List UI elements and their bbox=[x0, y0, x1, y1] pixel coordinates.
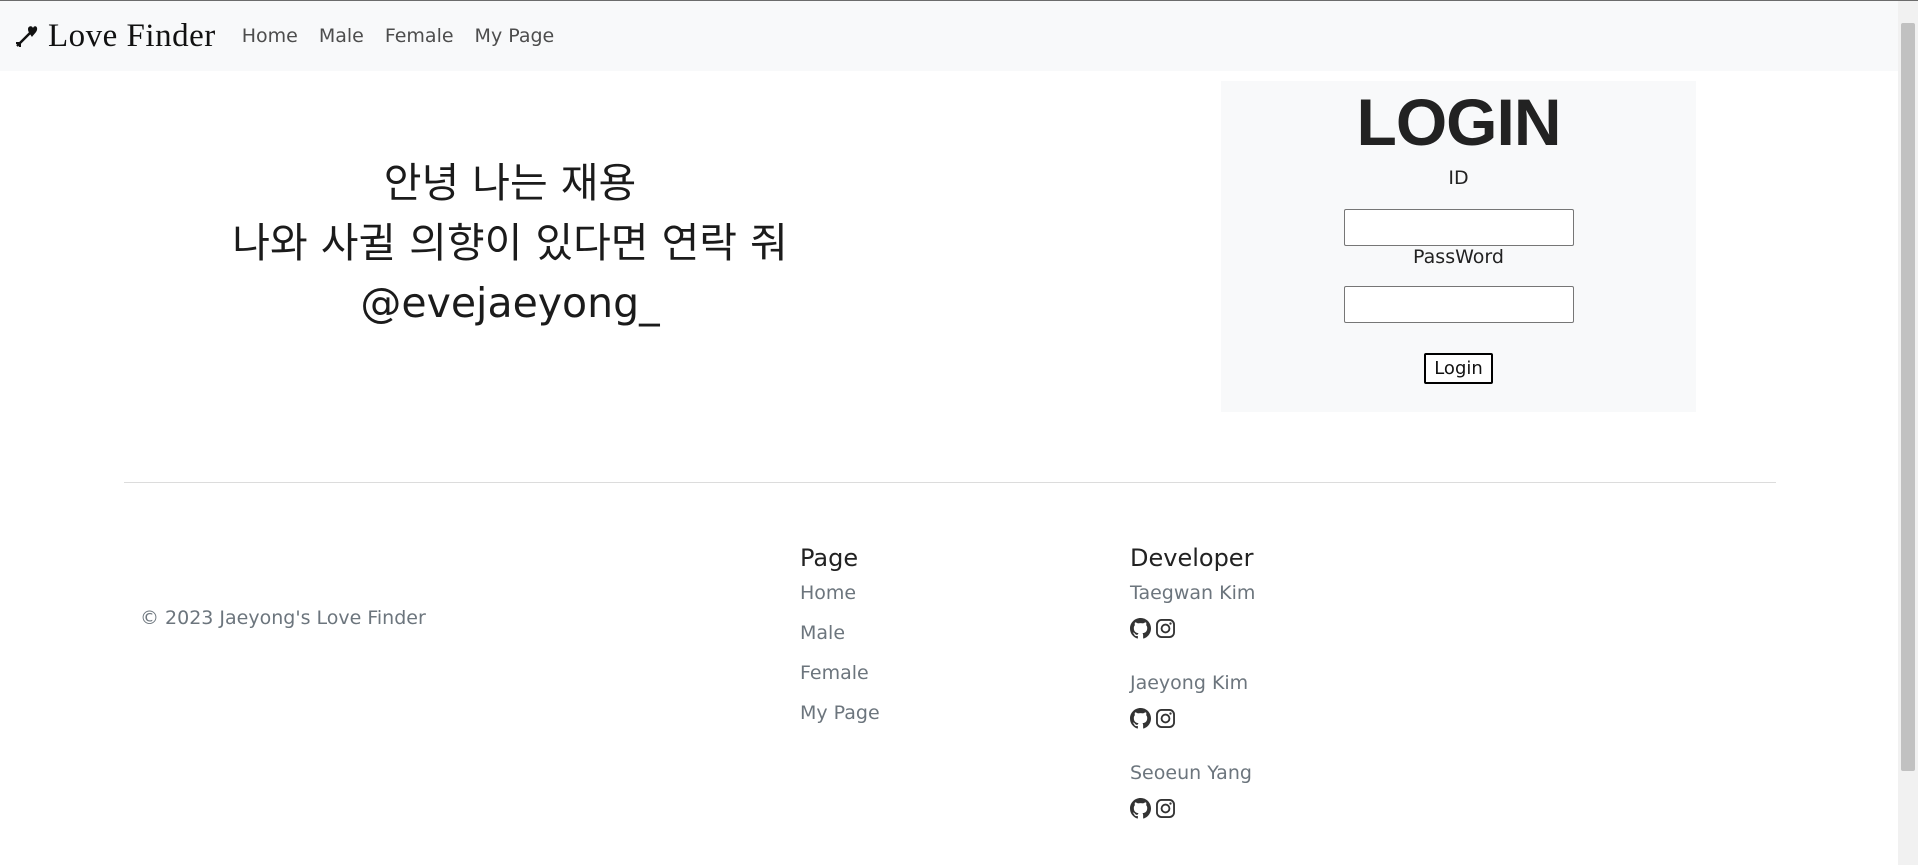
github-icon[interactable] bbox=[1130, 708, 1151, 729]
scrollbar-track[interactable] bbox=[1898, 1, 1918, 865]
github-icon[interactable] bbox=[1130, 618, 1151, 639]
developer-name: Jaeyong Kim bbox=[1130, 672, 1249, 694]
navbar: Love Finder Home Male Female My Page bbox=[0, 1, 1898, 71]
id-label: ID bbox=[1448, 167, 1469, 189]
copyright-text: © 2023 Jaeyong's Love Finder bbox=[140, 607, 426, 629]
nav-links: Home Male Female My Page bbox=[242, 25, 576, 47]
footer-divider bbox=[124, 482, 1776, 483]
instagram-icon[interactable] bbox=[1155, 708, 1176, 729]
hero-greeting: 안녕 나는 재용 bbox=[383, 159, 637, 207]
password-input[interactable] bbox=[1343, 286, 1574, 323]
github-icon[interactable] bbox=[1130, 798, 1151, 819]
instagram-icon[interactable] bbox=[1155, 798, 1176, 819]
footer-home-link[interactable]: Home bbox=[800, 582, 880, 622]
developer-social-links bbox=[1130, 618, 1255, 672]
footer-developer-column: Developer Taegwan Kim Jaeyong Kim Seoeun… bbox=[1130, 544, 1255, 852]
scrollbar-thumb[interactable] bbox=[1901, 23, 1915, 771]
footer-page-column: Page Home Male Female My Page bbox=[800, 544, 880, 742]
nav-home-link[interactable]: Home bbox=[242, 25, 298, 47]
hero-message: 안녕 나는 재용 나와 사귈 의향이 있다면 연락 줘 @evejaeyong_ bbox=[150, 153, 870, 333]
developer-heading: Developer bbox=[1130, 544, 1254, 572]
instagram-icon[interactable] bbox=[1155, 618, 1176, 639]
developer-name: Taegwan Kim bbox=[1130, 582, 1256, 604]
brand-logo[interactable]: Love Finder bbox=[14, 18, 216, 55]
login-button[interactable]: Login bbox=[1424, 353, 1493, 384]
nav-male-link[interactable]: Male bbox=[319, 25, 364, 47]
developer-social-links bbox=[1130, 708, 1255, 762]
hero-invitation: 나와 사귈 의향이 있다면 연락 줘 bbox=[232, 219, 788, 267]
brand-name: Love Finder bbox=[48, 17, 216, 54]
developer-social-links bbox=[1130, 798, 1255, 852]
developer-entry: Taegwan Kim bbox=[1130, 582, 1255, 672]
login-panel: LOGIN ID PassWord Login bbox=[1221, 81, 1696, 412]
developer-entry: Seoeun Yang bbox=[1130, 762, 1255, 852]
password-label: PassWord bbox=[1413, 246, 1504, 268]
nav-mypage-link[interactable]: My Page bbox=[475, 25, 555, 47]
developer-entry: Jaeyong Kim bbox=[1130, 672, 1255, 762]
login-title: LOGIN bbox=[1356, 85, 1562, 159]
footer-female-link[interactable]: Female bbox=[800, 662, 880, 702]
footer-male-link[interactable]: Male bbox=[800, 622, 880, 662]
nav-female-link[interactable]: Female bbox=[385, 25, 454, 47]
developer-name: Seoeun Yang bbox=[1130, 762, 1252, 784]
page-heading: Page bbox=[800, 544, 859, 572]
hero-handle: @evejaeyong_ bbox=[360, 279, 660, 327]
id-input[interactable] bbox=[1343, 209, 1574, 246]
footer-mypage-link[interactable]: My Page bbox=[800, 702, 880, 742]
arrow-heart-icon bbox=[16, 26, 38, 47]
